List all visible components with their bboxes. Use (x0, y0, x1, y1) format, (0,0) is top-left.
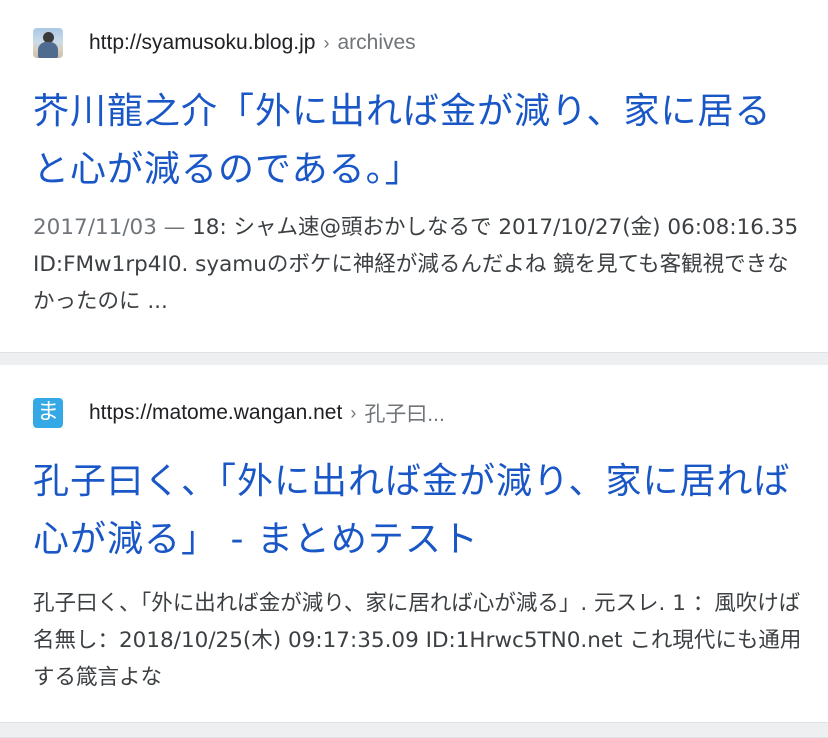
snippet-text: 孔子曰く、「外に出れば金が減り、家に居れば心が減る」. 元スレ. 1 ：風吹けば… (33, 591, 802, 690)
ma-letter-icon: ま (33, 398, 63, 428)
result-card: ま https://matome.wangan.net › 孔子曰... 孔子曰… (0, 365, 828, 722)
site-row[interactable]: ま https://matome.wangan.net › 孔子曰... (33, 397, 445, 429)
result-title-link[interactable]: 芥川龍之介「外に出れば金が減り、家に居ると心が減るのである。」 (33, 83, 803, 199)
result-url: http://syamusoku.blog.jp (89, 31, 316, 54)
breadcrumb-chevron-icon: › (350, 402, 357, 423)
result-divider (0, 352, 828, 366)
result-title-link[interactable]: 孔子曰く、「外に出れば金が減り、家に居れば心が減る」 - まとめテスト (33, 453, 803, 569)
site-row[interactable]: http://syamusoku.blog.jp › archives (33, 27, 416, 59)
result-divider (0, 722, 828, 738)
result-snippet: 2017/11/03 — 18: シャム速@頭おかしなるで 2017/10/27… (33, 209, 808, 320)
breadcrumb: 孔子曰... (364, 403, 445, 426)
search-results: http://syamusoku.blog.jp › archives 芥川龍之… (0, 0, 828, 738)
result-url: https://matome.wangan.net (89, 401, 343, 424)
snippet-date: 2017/11/03 — (33, 215, 193, 240)
result-snippet: 孔子曰く、「外に出れば金が減り、家に居れば心が減る」. 元スレ. 1 ：風吹けば… (33, 585, 808, 696)
person-photo-icon (33, 28, 63, 58)
breadcrumb: archives (337, 31, 416, 54)
result-card: http://syamusoku.blog.jp › archives 芥川龍之… (0, 0, 828, 352)
breadcrumb-chevron-icon: › (323, 32, 330, 53)
